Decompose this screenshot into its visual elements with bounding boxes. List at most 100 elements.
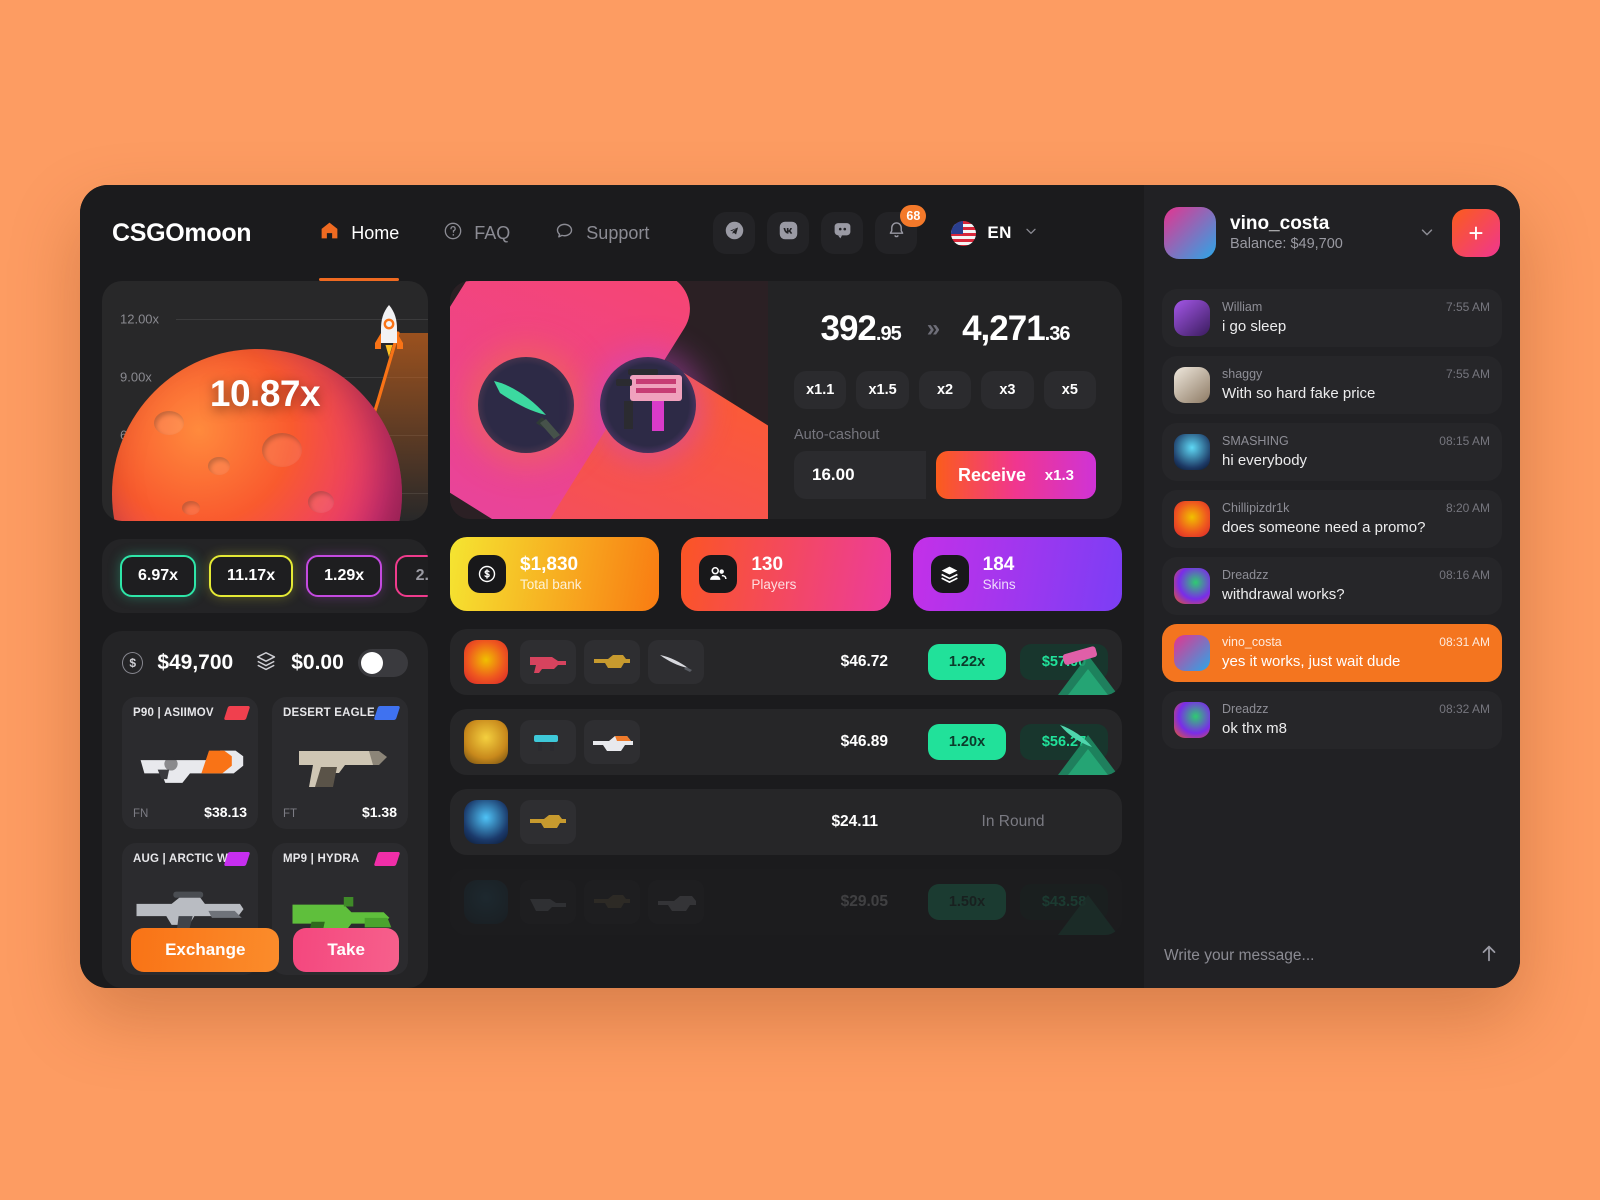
bet-multiplier: 1.22x — [928, 644, 1006, 680]
rocket-icon — [375, 305, 403, 357]
vk-button[interactable] — [767, 212, 810, 254]
bet-amount: 392.95 — [820, 309, 902, 348]
home-icon — [319, 220, 340, 246]
history-chip[interactable]: 11.17x — [209, 555, 294, 597]
exchange-button[interactable]: Exchange — [131, 928, 280, 972]
notifications-button[interactable]: 68 — [875, 205, 927, 254]
message-meta: Chillipizdr1k 8:20 AM — [1222, 501, 1490, 515]
chat-message[interactable]: Dreadzz 08:16 AM withdrawal works? — [1162, 557, 1502, 615]
chat-message-own[interactable]: vino_costa 08:31 AM yes it works, just w… — [1162, 624, 1502, 682]
chat-messages: William 7:55 AM i go sleep shaggy 7:55 A… — [1144, 281, 1520, 924]
multiplier-x3[interactable]: x3 — [981, 371, 1034, 409]
skin-image-deagle — [283, 719, 397, 804]
bet-panel: 392.95 » 4,271.36 x1.1 x1.5 x2 x3 x5 Aut… — [768, 281, 1122, 519]
avatar — [464, 640, 508, 684]
multiplier-x2[interactable]: x2 — [918, 371, 972, 409]
telegram-button[interactable] — [713, 212, 756, 254]
message-meta: Dreadzz 08:16 AM — [1222, 568, 1490, 582]
chat-header: vino_costa Balance: $49,700 + — [1144, 185, 1520, 281]
nav-item-faq[interactable]: FAQ — [421, 185, 532, 281]
knife-icon — [494, 381, 560, 439]
stat-label: Skins — [982, 576, 1016, 592]
bets-list: $46.72 1.22x $57.00 $46.89 1.20x $56.27 … — [450, 629, 1122, 988]
message-meta: William 7:55 AM — [1222, 300, 1490, 314]
nav-label-faq: FAQ — [474, 222, 511, 243]
receive-button[interactable]: Receive x1.3 — [936, 451, 1096, 499]
stat-text-group: 184 Skins — [983, 554, 1016, 594]
avatar[interactable] — [1164, 207, 1216, 259]
auto-cashout-input[interactable]: 16.00 — [794, 451, 926, 499]
layers-icon — [930, 555, 969, 593]
bet-status: In Round — [981, 813, 1045, 830]
avatar — [1174, 434, 1210, 470]
skins-showcase — [450, 281, 768, 519]
bet-row[interactable]: $46.89 1.20x $56.27 — [450, 709, 1122, 775]
notification-badge: 68 — [900, 205, 927, 227]
multiplier-x5[interactable]: x5 — [1043, 371, 1097, 409]
main-pane: CSGOmoon Home FAQ Support 68 EN 12.00x 9… — [80, 185, 1144, 988]
receive-label: Receive — [958, 464, 1027, 485]
add-funds-button[interactable]: + — [1452, 209, 1500, 257]
bet-win: $57.00 — [1020, 644, 1108, 680]
inventory-balance: $49,700 — [157, 651, 234, 674]
bet-skins — [520, 880, 704, 924]
stat-text-group: $1,830 Total bank — [520, 554, 582, 594]
stat-skins[interactable]: 184 Skins — [912, 537, 1122, 611]
language-selector[interactable]: EN — [939, 214, 1050, 253]
bet-payout: 4,271.36 — [962, 309, 1070, 348]
chat-message[interactable]: Chillipizdr1k 8:20 AM does someone need … — [1162, 490, 1502, 548]
chat-message[interactable]: Dreadzz 08:32 AM ok thx m8 — [1162, 691, 1502, 749]
nav-item-home[interactable]: Home — [297, 185, 421, 281]
rarity-tag — [223, 852, 251, 866]
auto-cashout-row: 16.00 Receive x1.3 — [794, 451, 1096, 499]
chat-message[interactable]: SMASHING 08:15 AM hi everybody — [1162, 423, 1502, 481]
chat-input-placeholder[interactable]: Write your message... — [1164, 947, 1478, 965]
inventory-toggle[interactable] — [357, 649, 408, 677]
multiplier-x1-1[interactable]: x1.1 — [794, 371, 847, 409]
stat-text-group: 130 Players — [751, 554, 796, 594]
multiplier-x1-5[interactable]: x1.5 — [856, 371, 909, 409]
nav-item-support[interactable]: Support — [532, 185, 671, 281]
stat-players[interactable]: 130 Players — [681, 537, 891, 611]
discord-button[interactable] — [821, 212, 864, 254]
send-arrow-icon[interactable] — [1478, 942, 1500, 970]
profile-balance: Balance: $49,700 — [1230, 236, 1343, 252]
inventory-panel: $ $49,700 $0.00 P90 | ASIIMOV FN $38.13 … — [102, 631, 428, 988]
history-chip[interactable]: 6.97x — [120, 555, 197, 597]
history-chip[interactable]: 2.06 — [395, 555, 428, 597]
avatar — [464, 880, 508, 924]
stat-total-bank[interactable]: $1,830 Total bank — [450, 537, 660, 611]
avatar — [1174, 568, 1210, 604]
telegram-icon — [724, 220, 745, 246]
language-code: EN — [987, 223, 1012, 242]
skin-thumb — [584, 640, 640, 684]
game-top-panel: 392.95 » 4,271.36 x1.1 x1.5 x2 x3 x5 Aut… — [450, 281, 1122, 519]
inventory-item[interactable]: DESERT EAGLE | B... FT $1.38 — [272, 697, 408, 829]
message-text: does someone need a promo? — [1222, 519, 1426, 536]
skin-thumb — [520, 640, 576, 684]
chat-input-bar[interactable]: Write your message... — [1144, 924, 1520, 988]
bet-amount: $29.05 — [840, 893, 888, 910]
history-chip[interactable]: 1.29x — [306, 555, 383, 597]
profile-name: vino_costa — [1230, 213, 1330, 234]
chat-message[interactable]: shaggy 7:55 AM With so hard fake price — [1162, 356, 1502, 414]
bet-row[interactable]: $46.72 1.22x $57.00 — [450, 629, 1122, 695]
brand-logo[interactable]: CSGOmoon — [112, 219, 252, 248]
take-button[interactable]: Take — [293, 928, 399, 972]
bet-skins — [520, 640, 704, 684]
inventory-item[interactable]: P90 | ASIIMOV FN $38.13 — [122, 697, 258, 829]
message-text: hi everybody — [1222, 452, 1308, 469]
message-username: shaggy — [1222, 367, 1263, 381]
stat-value: 184 — [982, 554, 1015, 576]
profile-info[interactable]: vino_costa Balance: $49,700 — [1230, 213, 1343, 253]
skin-thumb — [648, 880, 704, 924]
chat-message[interactable]: William 7:55 AM i go sleep — [1162, 289, 1502, 347]
chevron-down-icon[interactable] — [1418, 223, 1436, 244]
message-body: Chillipizdr1k 8:20 AM does someone need … — [1222, 501, 1490, 536]
message-body: vino_costa 08:31 AM yes it works, just w… — [1222, 635, 1490, 670]
bet-row[interactable]: $29.05 1.50x $43.58 — [450, 869, 1122, 935]
bet-row[interactable]: $24.11 In Round — [450, 789, 1122, 855]
receive-multiplier: x1.3 — [1044, 466, 1074, 484]
dollar-coin-icon: $ — [122, 652, 144, 674]
message-time: 7:55 AM — [1445, 300, 1490, 314]
